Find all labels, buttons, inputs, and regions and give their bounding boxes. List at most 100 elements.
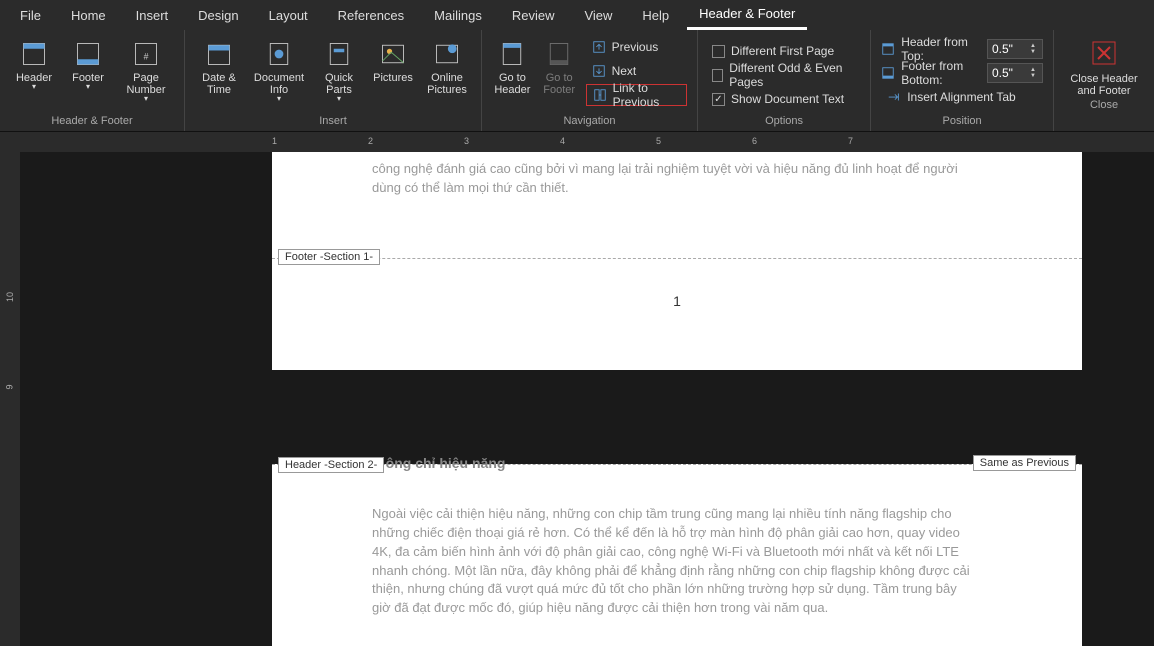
page1-body-text: công nghệ đánh giá cao cũng bởi vì mang … <box>272 152 1082 198</box>
page-1: công nghệ đánh giá cao cũng bởi vì mang … <box>272 152 1082 370</box>
group-label-position: Position <box>943 113 982 129</box>
ruler-mark: 2 <box>368 136 373 146</box>
pictures-icon <box>377 38 409 70</box>
group-label-insert: Insert <box>319 113 347 129</box>
menu-tabs: File Home Insert Design Layout Reference… <box>0 0 1154 30</box>
same-as-previous-tag: Same as Previous <box>973 455 1076 471</box>
checkbox-icon <box>712 45 725 58</box>
show-document-text-checkbox[interactable]: ✓ Show Document Text <box>708 88 860 110</box>
footer-icon <box>72 38 104 70</box>
tab-header-footer[interactable]: Header & Footer <box>687 0 807 30</box>
header-button[interactable]: Header▾ <box>10 34 58 112</box>
page-number-button[interactable]: # Page Number▾ <box>118 34 174 112</box>
goto-header-label: Go to Header <box>492 72 533 96</box>
tab-view[interactable]: View <box>572 2 624 29</box>
quick-parts-label: Quick Parts <box>315 72 363 96</box>
tab-mailings[interactable]: Mailings <box>422 2 494 29</box>
close-label: Close Header and Footer <box>1064 73 1144 97</box>
header-section-tag[interactable]: Header -Section 2- <box>278 457 384 473</box>
group-label-options: Options <box>765 113 803 129</box>
footer-from-bottom-input[interactable]: ▲▼ <box>987 63 1043 83</box>
checkbox-icon: ✓ <box>712 93 725 106</box>
online-pictures-icon <box>431 38 463 70</box>
online-pictures-button[interactable]: Online Pictures <box>423 34 471 112</box>
ruler-mark: 3 <box>464 136 469 146</box>
next-label: Next <box>612 64 637 78</box>
group-insert: Date & Time Document Info▾ Quick Parts▾ … <box>185 30 482 131</box>
goto-footer-icon <box>543 38 575 70</box>
ribbon: Header▾ Footer▾ # Page Number▾ Header & … <box>0 30 1154 132</box>
workspace: 10 9 công nghệ đánh giá cao cũng bởi vì … <box>0 152 1154 646</box>
ruler-mark: 9 <box>5 384 15 389</box>
group-label-hf: Header & Footer <box>51 113 132 129</box>
header-from-top-row: Header from Top: ▲▼ <box>881 38 1043 60</box>
quick-parts-button[interactable]: Quick Parts▾ <box>315 34 363 112</box>
show-doc-label: Show Document Text <box>731 92 844 106</box>
goto-header-button[interactable]: Go to Header <box>492 34 533 112</box>
group-close: Close Header and Footer Close <box>1054 30 1154 131</box>
date-time-button[interactable]: Date & Time <box>195 34 243 112</box>
page-number-icon: # <box>130 38 162 70</box>
pictures-label: Pictures <box>373 72 413 84</box>
document-info-button[interactable]: Document Info▾ <box>249 34 309 112</box>
group-options: Different First Page Different Odd & Eve… <box>698 30 871 131</box>
calendar-icon <box>203 38 235 70</box>
ruler-mark: 6 <box>752 136 757 146</box>
pictures-button[interactable]: Pictures <box>369 34 417 112</box>
date-time-label: Date & Time <box>195 72 243 96</box>
page2-body-text: Ngoài việc cải thiện hiệu năng, những co… <box>272 489 1082 618</box>
insert-alignment-tab-button[interactable]: Insert Alignment Tab <box>881 86 1043 108</box>
diff-odd-even-label: Different Odd & Even Pages <box>729 61 856 89</box>
previous-label: Previous <box>612 40 659 54</box>
header-from-top-input[interactable]: ▲▼ <box>987 39 1043 59</box>
ruler-horizontal[interactable]: 1 2 3 4 5 6 7 <box>0 132 1154 152</box>
goto-footer-label: Go to Footer <box>539 72 580 96</box>
link-to-previous-button[interactable]: Link to Previous <box>586 84 687 106</box>
tab-design[interactable]: Design <box>186 2 250 29</box>
footer-from-bottom-label: Footer from Bottom: <box>901 59 981 87</box>
goto-header-icon <box>496 38 528 70</box>
tab-insert[interactable]: Insert <box>124 2 181 29</box>
ruler-mark: 4 <box>560 136 565 146</box>
document-info-label: Document Info <box>249 72 309 96</box>
different-first-page-checkbox[interactable]: Different First Page <box>708 40 860 62</box>
footer-section-tag[interactable]: Footer -Section 1- <box>278 249 380 265</box>
group-position: Header from Top: ▲▼ Footer from Bottom: … <box>871 30 1054 131</box>
tab-review[interactable]: Review <box>500 2 567 29</box>
previous-button[interactable]: Previous <box>586 36 687 58</box>
ruler-vertical[interactable]: 10 9 <box>0 152 20 646</box>
header-top-icon <box>881 42 895 56</box>
footer-button[interactable]: Footer▾ <box>64 34 112 112</box>
close-icon <box>1091 40 1117 69</box>
tab-help[interactable]: Help <box>630 2 681 29</box>
diff-first-label: Different First Page <box>731 44 834 58</box>
page-number-field[interactable]: 1 <box>272 281 1082 321</box>
document-info-icon <box>263 38 295 70</box>
link-to-previous-label: Link to Previous <box>613 81 680 109</box>
alignment-tab-label: Insert Alignment Tab <box>907 90 1016 104</box>
page-2: Header -Section 2- Same as Previous ông … <box>272 464 1082 646</box>
next-button[interactable]: Next <box>586 60 687 82</box>
checkbox-icon <box>712 69 723 82</box>
ruler-mark: 10 <box>5 292 15 302</box>
footer-from-bottom-row: Footer from Bottom: ▲▼ <box>881 62 1043 84</box>
group-navigation: Go to Header Go to Footer Previous Next … <box>482 30 698 131</box>
tab-file[interactable]: File <box>8 2 53 29</box>
page2-heading: ông chỉ hiệu năng <box>386 455 506 471</box>
different-odd-even-checkbox[interactable]: Different Odd & Even Pages <box>708 64 860 86</box>
header-icon <box>18 38 50 70</box>
close-header-footer-button[interactable]: Close Header and Footer <box>1064 34 1144 97</box>
ruler-mark: 7 <box>848 136 853 146</box>
tab-references[interactable]: References <box>326 2 416 29</box>
group-label-close: Close <box>1090 97 1118 113</box>
tab-home[interactable]: Home <box>59 2 118 29</box>
ruler-mark: 1 <box>272 136 277 146</box>
tab-layout[interactable]: Layout <box>257 2 320 29</box>
ruler-mark: 5 <box>656 136 661 146</box>
online-pictures-label: Online Pictures <box>423 72 471 96</box>
group-header-footer: Header▾ Footer▾ # Page Number▾ Header & … <box>0 30 185 131</box>
quick-parts-icon <box>323 38 355 70</box>
group-label-nav: Navigation <box>563 113 615 129</box>
document-canvas[interactable]: công nghệ đánh giá cao cũng bởi vì mang … <box>20 152 1154 646</box>
svg-text:#: # <box>144 51 149 61</box>
